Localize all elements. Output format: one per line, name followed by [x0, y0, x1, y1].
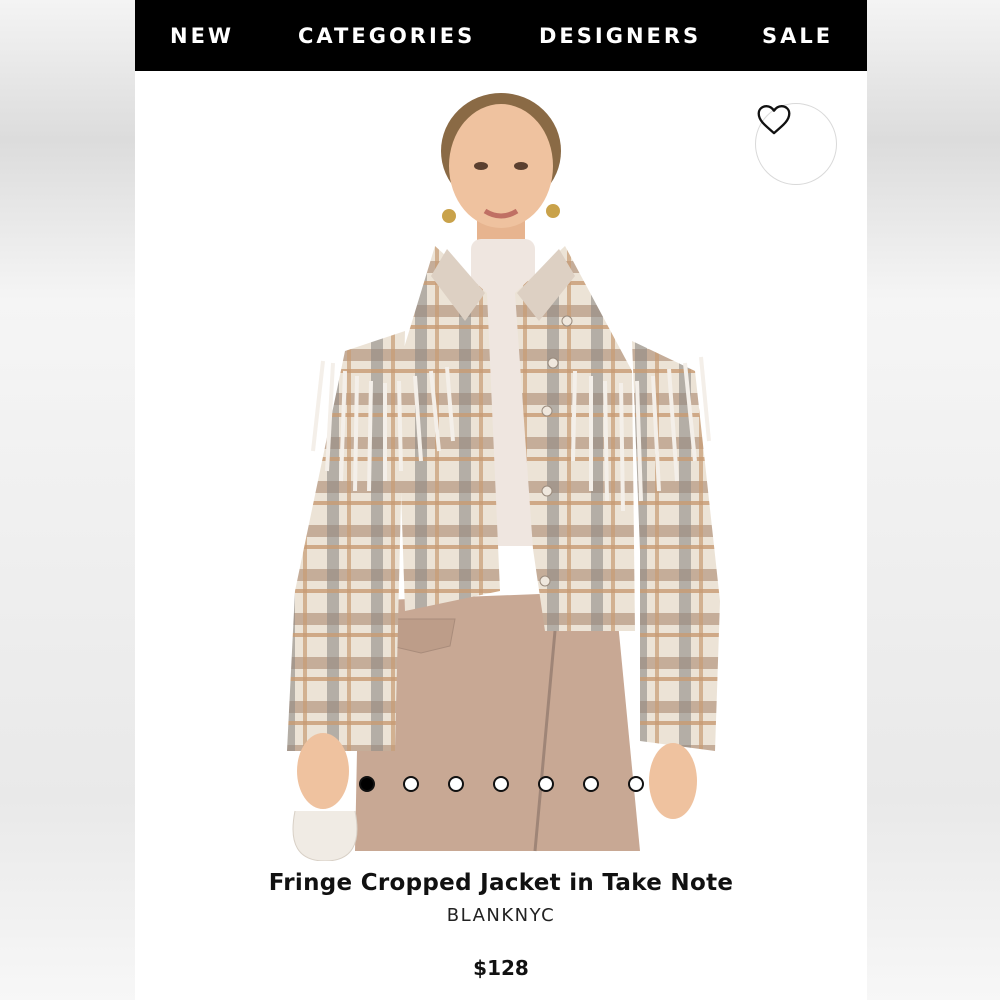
nav-item-sale[interactable]: SALE	[762, 24, 833, 48]
carousel-dot[interactable]	[403, 776, 419, 792]
carousel-dot[interactable]	[359, 776, 375, 792]
nav-item-new[interactable]: NEW	[170, 24, 234, 48]
product-title: Fringe Cropped Jacket in Take Note	[268, 870, 734, 896]
wishlist-button[interactable]	[755, 103, 837, 185]
product-page: NEW CATEGORIES DESIGNERS SALE Fringe Cro…	[135, 0, 867, 1000]
product-image[interactable]	[135, 71, 867, 861]
carousel-dot[interactable]	[583, 776, 599, 792]
heart-outline-icon	[757, 105, 791, 135]
carousel-dot[interactable]	[493, 776, 509, 792]
carousel-dot[interactable]	[448, 776, 464, 792]
product-price: $128	[473, 956, 529, 980]
background-blur-left	[0, 0, 135, 1000]
image-carousel-dots	[135, 776, 867, 794]
carousel-dot[interactable]	[628, 776, 644, 792]
nav-item-designers[interactable]: DESIGNERS	[539, 24, 701, 48]
background-blur-right	[867, 0, 1000, 1000]
product-brand[interactable]: BLANKNYC	[135, 905, 867, 926]
product-photo-illustration	[287, 93, 720, 861]
nav-item-categories[interactable]: CATEGORIES	[298, 24, 475, 48]
top-nav: NEW CATEGORIES DESIGNERS SALE	[135, 0, 867, 71]
carousel-dot[interactable]	[538, 776, 554, 792]
